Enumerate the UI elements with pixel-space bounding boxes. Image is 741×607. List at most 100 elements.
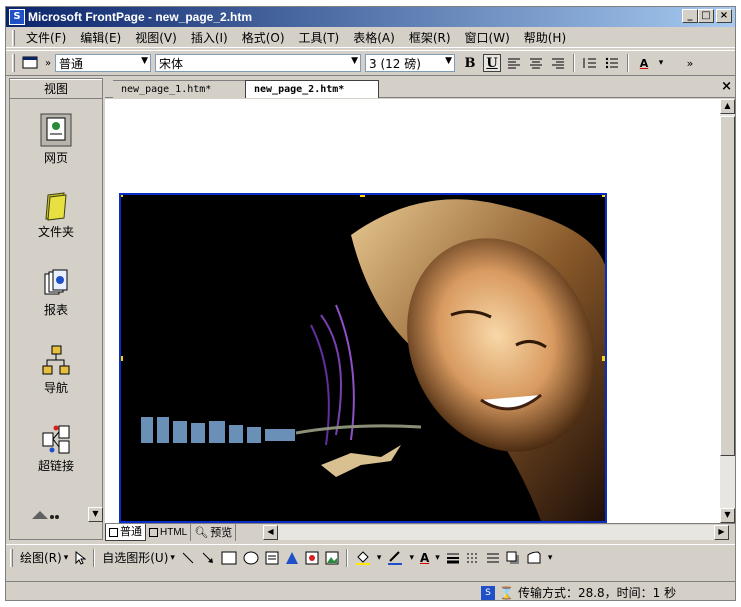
tab-preview[interactable]: 🔍︎ 预览 [191, 524, 237, 541]
resize-handle-e[interactable] [602, 356, 605, 361]
fill-color-icon[interactable] [355, 550, 371, 565]
title-bar[interactable]: S Microsoft FrontPage - new_page_2.htm _… [6, 7, 735, 27]
toolbar-separator [93, 548, 96, 567]
menu-insert[interactable]: 插入(I) [184, 29, 235, 46]
chevron-down-icon[interactable]: ▾ [435, 553, 440, 563]
line-style-icon[interactable] [446, 551, 460, 565]
view-item-hyperlinks[interactable]: 超链接 [10, 423, 102, 474]
scroll-up-button[interactable]: ▲ [720, 99, 735, 114]
line-color-icon[interactable] [387, 550, 403, 565]
folder-view-icon [45, 192, 67, 221]
toolbar-more-button[interactable]: » [681, 54, 699, 72]
autoshapes-label: 自选图形(U) [102, 551, 169, 565]
resize-handle-n[interactable] [360, 195, 365, 197]
tab-normal[interactable]: 普通 [105, 524, 146, 541]
tab-label: new_page_1.htm* [121, 84, 212, 95]
scroll-left-button[interactable]: ◀ [263, 525, 278, 540]
view-item-page[interactable]: 网页 [10, 113, 102, 166]
chevron-down-icon[interactable]: ▾ [657, 54, 665, 72]
views-panel: 视图 网页 文件夹 报表 导航 超链接 ▼ [9, 78, 103, 540]
resize-handle-nw[interactable] [121, 195, 123, 197]
draw-menu-button[interactable]: 绘图(R) ▾ [20, 549, 68, 566]
menu-file[interactable]: 文件(F) [19, 29, 73, 46]
3d-icon[interactable] [526, 550, 542, 565]
view-item-reports[interactable]: 报表 [10, 269, 102, 318]
wordart-icon[interactable] [285, 551, 299, 565]
chevron-down-icon[interactable]: ▾ [409, 553, 414, 563]
menu-format[interactable]: 格式(O) [235, 29, 292, 46]
menu-edit[interactable]: 编辑(E) [73, 29, 128, 46]
font-size-combo[interactable]: 3 (12 磅) ▼ [365, 54, 455, 72]
navigation-view-icon [42, 345, 70, 375]
page-editor[interactable] [105, 99, 720, 523]
close-button[interactable]: × [716, 9, 732, 23]
menu-view[interactable]: 视图(V) [128, 29, 184, 46]
chevron-down-icon[interactable]: ▼ [445, 56, 452, 66]
menubar-grip[interactable] [12, 29, 15, 46]
resize-handle-ne[interactable] [602, 195, 605, 197]
chevron-down-icon[interactable]: ▼ [351, 56, 358, 66]
chevron-down-icon[interactable]: ▼ [141, 56, 148, 66]
font-color-icon[interactable]: A [420, 551, 429, 565]
menu-window[interactable]: 窗口(W) [458, 29, 517, 46]
autoshapes-menu-button[interactable]: 自选图形(U) ▾ [102, 549, 175, 566]
selected-image[interactable] [119, 193, 607, 523]
toolbar-grip[interactable] [12, 54, 15, 72]
tab-preview-label: 预览 [210, 525, 233, 539]
tab-new-page-2[interactable]: new_page_2.htm* [245, 80, 379, 98]
insert-picture-icon[interactable] [325, 551, 339, 565]
numbered-list-icon[interactable] [581, 54, 599, 72]
font-combo[interactable]: 宋体 ▼ [155, 54, 361, 72]
scroll-down-button[interactable]: ▼ [720, 508, 735, 523]
bulleted-list-icon[interactable] [603, 54, 621, 72]
font-value: 宋体 [159, 56, 184, 71]
maximize-button[interactable]: □ [698, 9, 714, 23]
new-page-icon[interactable] [21, 54, 39, 72]
scroll-thumb[interactable] [720, 116, 735, 456]
frontpage-app-icon[interactable]: S [9, 9, 25, 25]
shadow-icon[interactable] [506, 551, 520, 565]
rectangle-icon[interactable] [221, 551, 237, 565]
view-label-reports: 报表 [43, 303, 68, 317]
vertical-scrollbar[interactable]: ▲ ▼ [720, 99, 735, 523]
chevron-down-icon[interactable]: ▾ [377, 553, 382, 563]
chevron-down-icon: ▾ [170, 552, 175, 563]
dash-style-icon[interactable] [466, 551, 480, 565]
menu-tools[interactable]: 工具(T) [292, 29, 347, 46]
download-time-text: 传输方式：28.8，时间：1 秒 [517, 586, 677, 600]
text-box-icon[interactable] [265, 551, 279, 565]
align-right-icon[interactable] [549, 54, 567, 72]
arrow-icon[interactable] [201, 551, 215, 565]
horizontal-scrollbar[interactable]: ◀ ▶ [263, 525, 729, 540]
drawing-toolbar-grip[interactable] [10, 548, 13, 567]
tab-label: new_page_2.htm* [254, 84, 345, 95]
font-size-value: 3 (12 磅) [369, 56, 421, 71]
view-item-navigation[interactable]: 导航 [10, 345, 102, 396]
close-document-icon[interactable]: × [721, 79, 732, 94]
underline-button[interactable]: U [483, 54, 501, 72]
font-color-icon[interactable]: A [635, 54, 653, 72]
menu-table[interactable]: 表格(A) [346, 29, 402, 46]
style-value: 普通 [59, 56, 84, 71]
format-toolbar: » 普通 ▼ 宋体 ▼ 3 (12 磅) ▼ B U A ▾ » [6, 50, 735, 76]
view-item-folders[interactable]: 文件夹 [10, 191, 102, 240]
toolbar-options-chevron-icon[interactable]: » [43, 54, 53, 72]
minimize-button[interactable]: _ [682, 9, 698, 23]
menu-help[interactable]: 帮助(H) [517, 29, 573, 46]
tab-new-page-1[interactable]: new_page_1.htm* [113, 80, 247, 98]
style-combo[interactable]: 普通 ▼ [55, 54, 151, 72]
align-left-icon[interactable] [505, 54, 523, 72]
oval-icon[interactable] [243, 551, 259, 565]
scroll-right-button[interactable]: ▶ [714, 525, 729, 540]
line-icon[interactable] [181, 551, 195, 565]
tab-html[interactable]: HTML [146, 524, 192, 541]
resize-handle-w[interactable] [121, 356, 123, 361]
align-center-icon[interactable] [527, 54, 545, 72]
views-scroll-down-button[interactable]: ▼ [88, 507, 103, 522]
arrow-style-icon[interactable] [486, 551, 500, 565]
menu-frames[interactable]: 框架(R) [402, 29, 458, 46]
bold-button[interactable]: B [461, 54, 479, 72]
clipart-icon[interactable] [305, 551, 319, 565]
chevron-down-icon[interactable]: ▾ [548, 553, 553, 563]
select-pointer-icon[interactable] [74, 550, 87, 565]
